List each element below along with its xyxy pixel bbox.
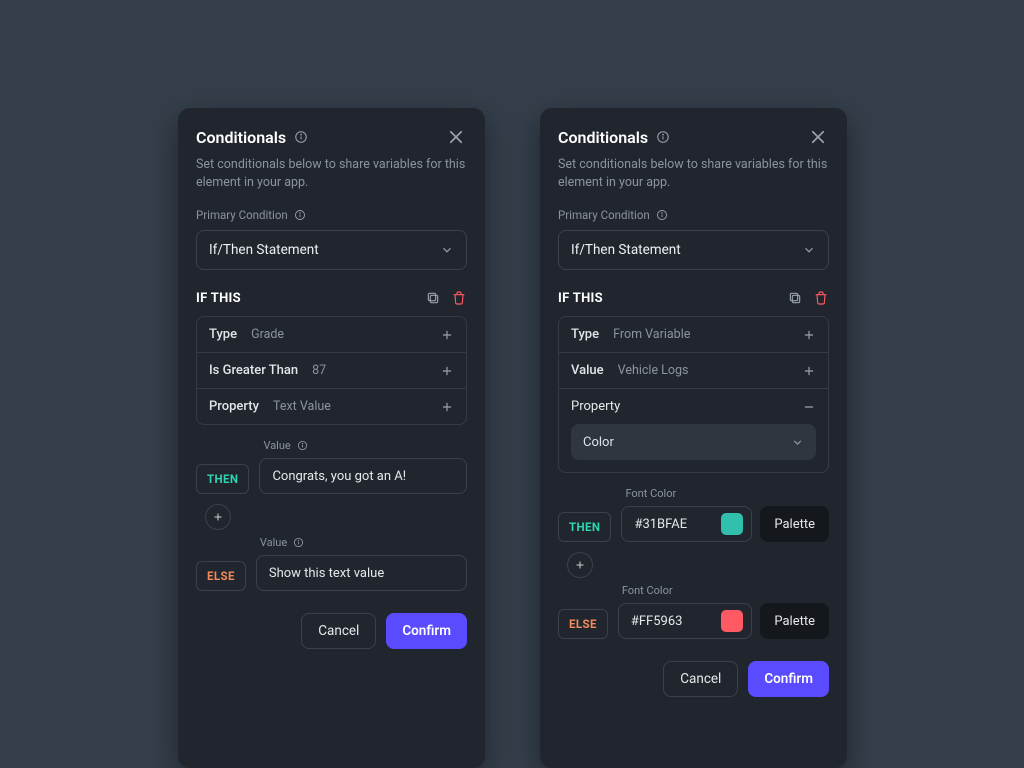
confirm-button[interactable]: Confirm bbox=[748, 661, 829, 697]
condition-row-comparator[interactable]: Is Greater Than87 bbox=[197, 352, 466, 388]
add-branch-button[interactable] bbox=[205, 504, 231, 530]
then-value-input[interactable]: Congrats, you got an A! bbox=[259, 458, 467, 494]
minus-icon[interactable] bbox=[802, 400, 816, 414]
condition-row-type[interactable]: TypeGrade bbox=[197, 317, 466, 352]
chevron-down-icon bbox=[440, 243, 454, 257]
primary-condition-select[interactable]: If/Then Statement bbox=[558, 230, 829, 270]
plus-icon[interactable] bbox=[440, 400, 454, 414]
else-color-input[interactable]: #FF5963 bbox=[618, 603, 752, 639]
trash-icon[interactable] bbox=[813, 290, 829, 306]
then-chip: THEN bbox=[558, 512, 611, 542]
property-label: Property bbox=[571, 399, 620, 414]
else-chip: ELSE bbox=[558, 609, 608, 639]
condition-row-type[interactable]: TypeFrom Variable bbox=[559, 317, 828, 352]
panel-subtitle: Set conditionals below to share variable… bbox=[196, 156, 467, 192]
then-chip: THEN bbox=[196, 464, 249, 494]
panel-subtitle: Set conditionals below to share variable… bbox=[558, 156, 829, 192]
conditionals-panel-b: Conditionals Set conditionals below to s… bbox=[540, 108, 847, 768]
info-icon[interactable] bbox=[297, 440, 308, 451]
add-branch-button[interactable] bbox=[567, 552, 593, 578]
font-color-label: Font Color bbox=[625, 487, 676, 500]
plus-icon[interactable] bbox=[440, 328, 454, 342]
info-icon[interactable] bbox=[294, 130, 308, 144]
value-label: Value bbox=[263, 439, 290, 452]
confirm-button[interactable]: Confirm bbox=[386, 613, 467, 649]
close-icon[interactable] bbox=[445, 126, 467, 148]
copy-icon[interactable] bbox=[425, 290, 441, 306]
value-label: Value bbox=[260, 536, 287, 549]
color-swatch bbox=[721, 610, 743, 632]
condition-row-property[interactable]: PropertyText Value bbox=[197, 388, 466, 424]
palette-button[interactable]: Palette bbox=[760, 603, 829, 639]
condition-row-value[interactable]: ValueVehicle Logs bbox=[559, 352, 828, 388]
if-this-label: IF THIS bbox=[558, 291, 603, 306]
trash-icon[interactable] bbox=[451, 290, 467, 306]
primary-condition-value: If/Then Statement bbox=[209, 242, 319, 258]
plus-icon[interactable] bbox=[802, 364, 816, 378]
primary-condition-label: Primary Condition bbox=[558, 208, 650, 222]
primary-condition-value: If/Then Statement bbox=[571, 242, 681, 258]
info-icon[interactable] bbox=[656, 209, 668, 221]
plus-icon[interactable] bbox=[440, 364, 454, 378]
font-color-label: Font Color bbox=[622, 584, 673, 597]
else-value-input[interactable]: Show this text value bbox=[256, 555, 467, 591]
condition-rows: TypeFrom Variable ValueVehicle Logs Prop… bbox=[558, 316, 829, 473]
color-swatch bbox=[721, 513, 743, 535]
close-icon[interactable] bbox=[807, 126, 829, 148]
info-icon[interactable] bbox=[294, 209, 306, 221]
chevron-down-icon bbox=[791, 436, 804, 449]
then-color-input[interactable]: #31BFAE bbox=[621, 506, 752, 542]
cancel-button[interactable]: Cancel bbox=[663, 661, 738, 697]
condition-row-property-expanded: Property Color bbox=[559, 388, 828, 472]
cancel-button[interactable]: Cancel bbox=[301, 613, 376, 649]
panel-title: Conditionals bbox=[558, 128, 648, 147]
else-chip: ELSE bbox=[196, 561, 246, 591]
plus-icon[interactable] bbox=[802, 328, 816, 342]
info-icon[interactable] bbox=[293, 537, 304, 548]
condition-rows: TypeGrade Is Greater Than87 PropertyText… bbox=[196, 316, 467, 425]
primary-condition-label: Primary Condition bbox=[196, 208, 288, 222]
info-icon[interactable] bbox=[656, 130, 670, 144]
property-select[interactable]: Color bbox=[571, 424, 816, 460]
if-this-label: IF THIS bbox=[196, 291, 241, 306]
conditionals-panel-a: Conditionals Set conditionals below to s… bbox=[178, 108, 485, 768]
copy-icon[interactable] bbox=[787, 290, 803, 306]
primary-condition-select[interactable]: If/Then Statement bbox=[196, 230, 467, 270]
panel-title: Conditionals bbox=[196, 128, 286, 147]
palette-button[interactable]: Palette bbox=[760, 506, 829, 542]
chevron-down-icon bbox=[802, 243, 816, 257]
